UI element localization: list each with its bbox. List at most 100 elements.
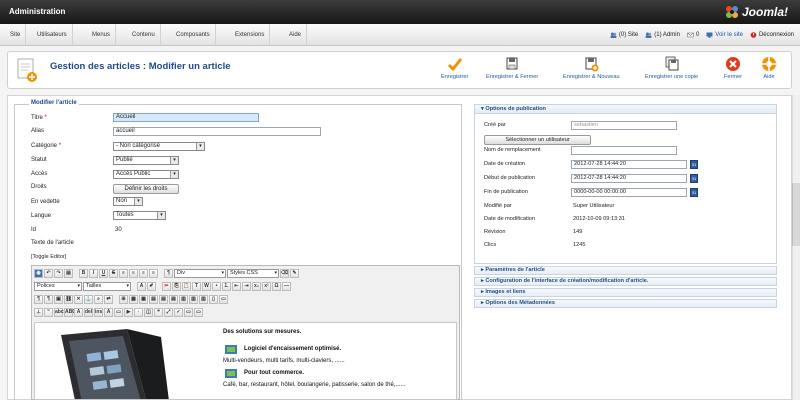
insert-col-before-icon[interactable]: ▥ [179,295,188,304]
deletion-icon[interactable]: del [84,308,93,317]
rtl-icon[interactable]: ¶ [44,295,53,304]
editor-content-area[interactable]: Des solutions sur mesures. Logiciel d'en… [34,322,457,400]
category-select[interactable]: - Non catégorisé ▾ [113,142,205,151]
publishing-options-header[interactable]: ▾ Options de publication [475,105,776,114]
menu-item-users[interactable]: Utilisateurs [32,24,73,46]
save-button[interactable]: Enregistrer [441,56,468,80]
insert-col-after-icon[interactable]: ▥ [189,295,198,304]
close-button[interactable]: Fermer [724,56,742,80]
status-site[interactable]: (0) Site [610,32,638,38]
indent-icon[interactable]: ⇥ [242,282,251,291]
readmore-icon[interactable]: ▭ [184,308,193,317]
format-select[interactable]: Div [174,269,226,278]
view-site-link[interactable]: Voir le site [706,32,743,38]
scrollbar-track[interactable] [792,95,800,400]
status-select[interactable]: Publié ▾ [113,156,179,165]
replace-icon[interactable]: ⇄ [104,295,113,304]
template-icon[interactable]: ▭ [114,308,123,317]
calendar-icon[interactable]: 31 [690,188,698,197]
logout-link[interactable]: Déconnexion [750,32,794,38]
menu-item-menus[interactable]: Menus [87,24,117,46]
font-family-select[interactable]: Polices [34,282,82,291]
created-date-input[interactable]: 2012-07-28 14:44:20 [571,160,687,169]
menu-item-extensions[interactable]: Extensions [230,24,271,46]
acronym-icon[interactable]: ABC [64,308,76,317]
menu-item-help[interactable]: Aide [284,24,308,46]
title-input[interactable]: Accueil [113,113,259,122]
menu-item-content[interactable]: Contenu [127,24,161,46]
set-rights-button[interactable]: Définir les droits [113,184,179,194]
abbr-icon[interactable]: abc [54,308,64,317]
scrollbar-thumb[interactable] [792,183,800,246]
styles-select[interactable]: Styles CSS [227,269,279,278]
save-new-button[interactable]: Enregistrer & Nouveau [563,56,620,80]
attributes-icon[interactable]: A [74,308,83,317]
redo-icon[interactable]: ↷ [54,269,63,278]
special-char-icon[interactable]: Ω [272,282,281,291]
save-close-button[interactable]: Enregistrer & Fermer [486,56,538,80]
created-by-input[interactable]: sebastien [571,121,677,130]
find-icon[interactable]: ⌕ [94,295,103,304]
paste-icon[interactable]: 📋 [182,282,191,291]
horizontal-rule-icon[interactable]: — [282,282,291,291]
layer-icon[interactable]: ◫ [144,308,153,317]
align-center-icon[interactable]: ≡ [129,269,138,278]
media-icon[interactable]: ▶ [124,308,133,317]
paste-word-icon[interactable]: W [202,282,211,291]
subscript-icon[interactable]: x₂ [252,282,261,291]
alias-input[interactable]: accueil [113,127,321,136]
print-icon[interactable]: ▤ [64,269,73,278]
fullscreen-icon[interactable]: ⤢ [164,308,173,317]
bullet-list-icon[interactable]: • [212,282,221,291]
strikethrough-icon[interactable]: S [109,269,118,278]
joomla-logo[interactable]: Joomla! [725,4,788,20]
split-cells-icon[interactable]: ▯ [209,295,218,304]
outdent-icon[interactable]: ⇤ [232,282,241,291]
copy-icon[interactable]: ⎘ [172,282,181,291]
eraser-icon[interactable]: ⌫ [280,269,289,278]
panel-editing-layout[interactable]: ▸ Configuration de l'interface de créati… [474,277,777,286]
featured-select[interactable]: Non ▾ [113,197,143,206]
status-messages[interactable]: 0 [687,32,699,38]
image-icon[interactable]: ▣ [54,295,63,304]
italic-icon[interactable]: I [89,269,98,278]
align-justify-icon[interactable]: ≡ [149,269,158,278]
menu-item-components[interactable]: Composants [171,24,216,46]
status-admin[interactable]: (1) Admin [645,32,680,38]
ltr-icon[interactable]: ¶ [34,295,43,304]
panel-images-links[interactable]: ▸ Images et liens [474,288,777,297]
numbered-list-icon[interactable]: 1. [222,282,231,291]
insertion-icon[interactable]: ins [94,308,103,317]
table-row-props-icon[interactable]: ▦ [129,295,138,304]
spellcheck-icon[interactable]: ✓ [174,308,183,317]
menu-item-site[interactable]: Site [5,24,27,46]
help-button[interactable]: Aide [761,56,777,80]
underline-icon[interactable]: U [99,269,108,278]
unlink-icon[interactable]: ✕ [74,295,83,304]
toggle-editor-link[interactable]: [Toggle Editor] [31,254,66,260]
table-icon[interactable]: ⊞ [119,295,128,304]
align-right-icon[interactable]: ≡ [139,269,148,278]
nonbreaking-icon[interactable]: · [134,308,143,317]
calendar-icon[interactable]: 31 [690,160,698,169]
text-color-icon[interactable]: A [137,282,146,291]
visual-aid-icon[interactable]: ⊥ [34,308,43,317]
superscript-icon[interactable]: x² [262,282,271,291]
panel-article-options[interactable]: ▸ Paramètres de l'article [474,266,777,275]
panel-metadata[interactable]: ▸ Options des Métadonnées [474,299,777,308]
pagebreak-icon[interactable]: ▭ [194,308,203,317]
paste-text-icon[interactable]: T [192,282,201,291]
anchor-icon[interactable]: ⚓ [84,295,93,304]
publish-up-input[interactable]: 2012-07-28 14:44:20 [571,174,687,183]
font-size-select[interactable]: Tailles [83,282,131,291]
delete-row-icon[interactable]: ▤ [169,295,178,304]
publish-down-input[interactable]: 0000-00-00 00:00:00 [571,188,687,197]
align-left-icon[interactable]: ≡ [119,269,128,278]
access-select[interactable]: Accès Public ▾ [113,170,179,179]
blockquote-icon[interactable]: ❝ [154,308,163,317]
created-by-alias-input[interactable] [571,146,677,155]
merge-cells-icon[interactable]: ▭ [219,295,228,304]
select-user-button[interactable]: Sélectionner un utilisateur [484,135,591,145]
table-cell-props-icon[interactable]: ▦ [139,295,148,304]
cite-icon[interactable]: “ [44,308,53,317]
